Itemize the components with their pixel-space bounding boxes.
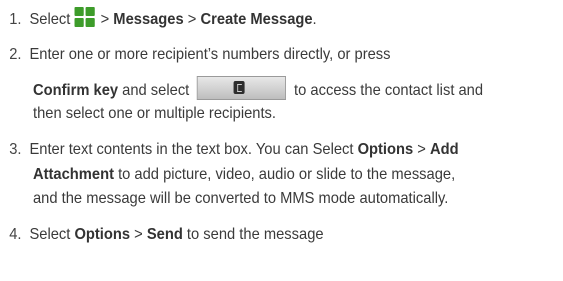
step-2-line-3: then select one or multiple recipients. (33, 102, 276, 126)
confirm-key-label: Confirm key (33, 82, 119, 99)
step-text: Enter text contents in the text box. You… (29, 141, 358, 158)
step-3: 3. Enter text contents in the text box. Y… (0, 138, 459, 162)
step-text: to access the contact list and (289, 82, 484, 99)
instruction-page: 1. Select > Messages > Create Message. 2.… (0, 0, 563, 281)
step-text: and the message will be converted to MMS… (33, 190, 449, 207)
step-3-line-3: and the message will be converted to MMS… (33, 187, 448, 211)
step-3-line-2: Attachment to add picture, video, audio … (33, 163, 455, 187)
separator: > (413, 141, 430, 158)
step-text: then select one or multiple recipients. (33, 105, 277, 122)
step-number: 4. (9, 226, 22, 243)
step-text-end: to send the message (182, 226, 324, 243)
separator: > (183, 11, 201, 28)
separator: > (130, 226, 147, 243)
add-label: Add (429, 141, 459, 158)
step-number: 3. (9, 141, 22, 158)
step-1: 1. Select > Messages > Create Message. (0, 7, 317, 32)
step-text-end: . (312, 11, 317, 28)
step-text: and select (118, 82, 194, 99)
options-label: Options (74, 226, 131, 243)
step-text: Enter one or more recipient’s numbers di… (29, 46, 391, 63)
step-text: to add picture, video, audio or slide to… (113, 166, 456, 183)
step-text: Select (29, 226, 75, 243)
options-label: Options (357, 141, 414, 158)
contact-glyph-icon (233, 81, 245, 94)
step-4: 4. Select Options > Send to send the mess… (0, 223, 324, 247)
separator: > (96, 11, 114, 28)
menu-item-create-message: Create Message (200, 11, 313, 28)
step-2-line-2: Confirm key and select to access the con… (33, 76, 483, 103)
menu-grid-icon (74, 7, 96, 29)
menu-item-messages: Messages (113, 11, 184, 28)
send-label: Send (146, 226, 183, 243)
contact-list-icon (197, 76, 287, 100)
attachment-label: Attachment (33, 166, 114, 183)
step-2: 2. Enter one or more recipient’s numbers … (0, 43, 391, 67)
step-number: 1. (9, 11, 22, 28)
step-number: 2. (9, 46, 22, 63)
step-text: Select (29, 11, 75, 28)
